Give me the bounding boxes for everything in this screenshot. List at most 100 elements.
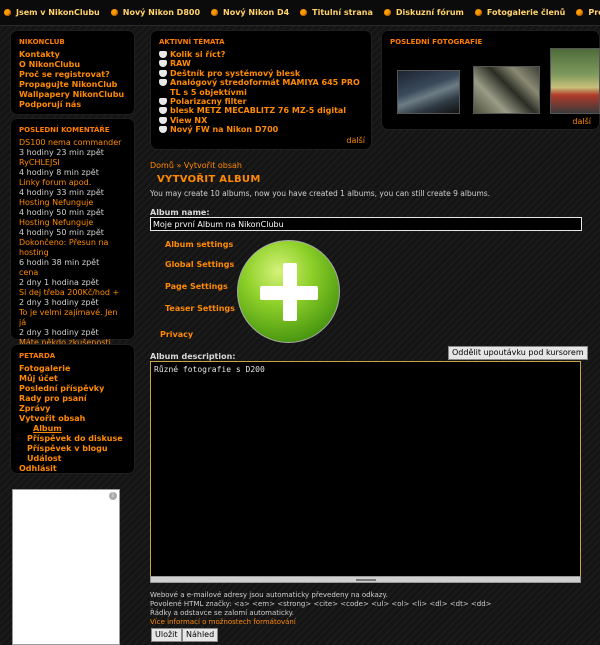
active-topic-item[interactable]: Nový FW na Nikon D700	[159, 125, 363, 134]
topic-bubble-icon	[159, 116, 167, 124]
active-topic-label: Analógový stredoformát MAMIYA 645 PRO TL…	[170, 78, 360, 97]
logout-link[interactable]: Odhlásit	[19, 464, 126, 474]
nav-bullet-icon	[110, 9, 118, 16]
nav-bullet-icon	[300, 9, 308, 16]
comment-title-link[interactable]: RyCHLEJSI	[19, 158, 126, 168]
user-menu-box: PETARDA Fotogalerie Můj účet Poslední přís…	[10, 344, 135, 474]
nikonclub-link[interactable]: O NikonClubu	[19, 60, 126, 70]
comment-title-link[interactable]: Hosting Nefunguje	[19, 218, 126, 228]
latest-photo-1[interactable]	[397, 70, 460, 114]
top-nav-label: Diskuzní fórum	[395, 8, 464, 17]
nikonclub-link[interactable]: Propagujte NikonClub	[19, 80, 126, 90]
comment-time: 2 dny 3 hodiny zpět	[19, 298, 99, 307]
user-menu-subitem[interactable]: Událost	[19, 454, 126, 464]
active-topic-label: Polarizacny filter	[170, 97, 247, 107]
nikonclub-link[interactable]: Podporují nás	[19, 100, 126, 110]
comment-title-link[interactable]: To je velmi zajímavé. Jen já	[19, 308, 126, 328]
add-plus-icon[interactable]	[237, 240, 340, 343]
top-nav-item[interactable]: Titulní strana	[300, 8, 373, 17]
comment-time: 2 dny 3 hodiny zpět	[19, 328, 99, 337]
user-menu-links: Fotogalerie Můj účet Poslední příspěvky Rad…	[19, 364, 126, 474]
latest-photo-3[interactable]	[550, 48, 600, 114]
top-nav-label: Nový Nikon D800	[122, 8, 201, 17]
recent-comments-title: POSLEDNÍ KOMENTÁŘE	[19, 126, 110, 134]
page-title: VYTVOŘIT ALBUM	[157, 174, 261, 185]
formatting-info-link[interactable]: Více informací o možnostech formátování	[150, 618, 296, 626]
preview-button[interactable]: Náhled	[182, 628, 219, 642]
user-menu-subitem[interactable]: Příspěvek do diskuse	[19, 434, 126, 444]
comment-time: 4 hodiny 8 min zpět	[19, 168, 99, 177]
nikonclub-link[interactable]: Proč se registrovat?	[19, 70, 126, 80]
topic-bubble-icon	[159, 79, 167, 87]
comment-title-link[interactable]: cena	[19, 268, 126, 278]
help-text-lines: Řádky a odstavce se zalomí automaticky.	[150, 609, 294, 617]
top-nav-item[interactable]: Jsem v NikonClubu	[4, 8, 100, 17]
breadcrumb-current[interactable]: Vytvořit obsah	[184, 161, 242, 170]
user-menu-link[interactable]: Můj účet	[19, 374, 126, 384]
active-topic-label: Nový FW na Nikon D700	[170, 125, 279, 135]
album-name-label: Album name:	[150, 208, 210, 217]
photos-more-link[interactable]: další	[572, 117, 591, 126]
tab-teaser-settings[interactable]: Teaser Settings	[165, 304, 235, 313]
active-topic-label: Kolik si říct?	[170, 50, 226, 59]
tab-global-settings[interactable]: Global Settings	[165, 260, 234, 269]
breadcrumb-home[interactable]: Domů	[150, 161, 174, 170]
user-menu-subitem[interactable]: Příspěvek v blogu	[19, 444, 126, 454]
nav-bullet-icon	[474, 9, 482, 16]
breadcrumb: Domů » Vytvořit obsah	[150, 161, 242, 170]
active-topic-label: View NX	[170, 115, 208, 125]
user-menu-link[interactable]: Zprávy	[19, 404, 126, 414]
comment-time: 4 hodiny 50 min zpět	[19, 228, 104, 237]
nikonclub-link[interactable]: Kontakty	[19, 50, 126, 60]
topic-bubble-icon	[159, 107, 167, 115]
active-topics-box: AKTIVNÍ TÉMATA Kolik si říct? RAW Deštník …	[150, 30, 372, 150]
active-topics-title: AKTIVNÍ TÉMATA	[159, 38, 225, 46]
active-topic-item[interactable]: Kolik si říct?	[159, 50, 363, 59]
comment-title-link[interactable]: Si dej třeba 200Kč/hod +	[19, 288, 126, 298]
tab-page-settings[interactable]: Page Settings	[165, 282, 228, 291]
topics-more-link[interactable]: další	[346, 136, 365, 145]
nav-bullet-icon	[211, 9, 219, 16]
user-menu-link[interactable]: Vytvořit obsah	[19, 414, 126, 424]
comment-title-link[interactable]: Hosting Nefunguje	[19, 198, 126, 208]
active-topic-item[interactable]: RAW	[159, 59, 363, 68]
active-topic-item[interactable]: Deštník pro systémový blesk	[159, 69, 363, 78]
top-nav-item[interactable]: Diskuzní fórum	[383, 8, 464, 17]
album-description-label: Album description:	[150, 352, 236, 361]
comment-time: 4 hodiny 33 min zpět	[19, 188, 104, 197]
user-menu-link[interactable]: Poslední příspěvky	[19, 384, 126, 394]
topic-bubble-icon	[159, 60, 167, 68]
detach-teaser-button[interactable]: Oddělit upoutávku pod kursorem	[448, 346, 588, 360]
active-topic-label: Deštník pro systémový blesk	[170, 68, 301, 78]
album-quota-info: You may create 10 albums, now you have c…	[150, 189, 491, 198]
top-nav-item[interactable]: Prémiové členství	[576, 8, 600, 17]
comment-title-link[interactable]: DS100 nema commander	[19, 138, 126, 148]
active-topic-item[interactable]: Polarizacny filter	[159, 97, 363, 106]
active-topic-item[interactable]: View NX	[159, 116, 363, 125]
textarea-resize-handle[interactable]	[150, 576, 581, 583]
recent-comments-box: POSLEDNÍ KOMENTÁŘE DS100 nema commander 3…	[10, 118, 135, 357]
top-nav-item[interactable]: Fotogalerie členů	[474, 8, 565, 17]
comment-title-link[interactable]: Dokončeno: Přesun na hosting	[19, 238, 126, 258]
comment-title-link[interactable]: Linky forum apod.	[19, 178, 126, 188]
album-description-textarea[interactable]: Různé fotografie s D200	[150, 361, 581, 583]
album-name-input[interactable]	[150, 217, 582, 231]
save-button[interactable]: Uložit	[151, 628, 182, 642]
top-nav-item[interactable]: Nový Nikon D4	[211, 8, 289, 17]
nav-bullet-icon	[4, 9, 11, 16]
comment-time: 3 hodiny 23 min zpět	[19, 148, 104, 157]
active-topic-item[interactable]: Analógový stredoformát MAMIYA 645 PRO TL…	[159, 78, 363, 97]
user-menu-subitem[interactable]: Album	[19, 424, 126, 434]
nikonclub-link[interactable]: Wallpapery NikonClubu	[19, 90, 126, 100]
ad-frame[interactable]: i	[12, 489, 120, 645]
user-menu-link[interactable]: Rady pro psaní	[19, 394, 126, 404]
tab-album-settings[interactable]: Album settings	[165, 240, 233, 249]
tab-privacy[interactable]: Privacy	[160, 330, 193, 339]
latest-photo-2[interactable]	[473, 66, 540, 114]
user-menu-link[interactable]: Fotogalerie	[19, 364, 126, 374]
ad-info-icon[interactable]: i	[109, 492, 117, 500]
top-navigation: Jsem v NikonClubu Nový Nikon D800 Nový Nik…	[0, 0, 600, 26]
comment-time: 2 dny 1 hodina zpět	[19, 278, 99, 287]
active-topic-item[interactable]: blesk METZ MECABLITZ 76 MZ-5 digital	[159, 106, 363, 115]
top-nav-item[interactable]: Nový Nikon D800	[110, 8, 201, 17]
